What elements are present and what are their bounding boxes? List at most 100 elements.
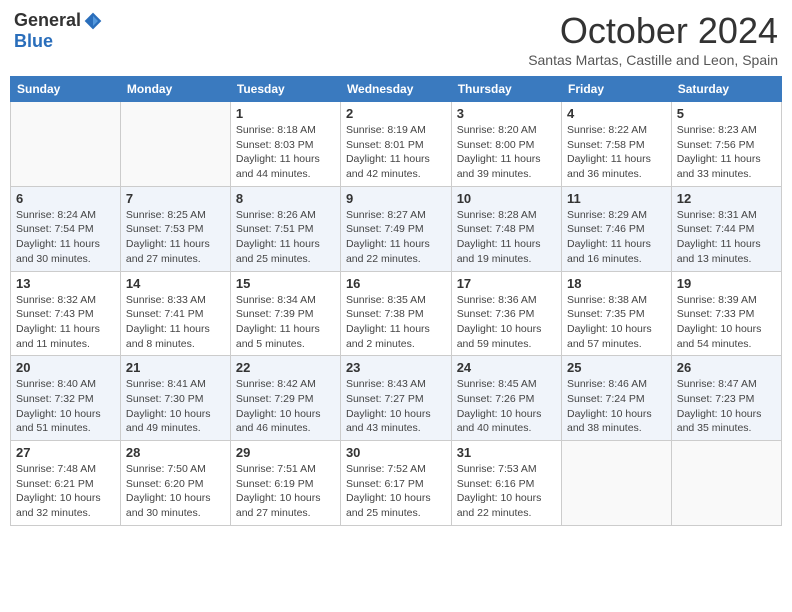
day-number: 26 <box>677 360 776 375</box>
day-number: 15 <box>236 276 335 291</box>
calendar-day-cell: 9 Sunrise: 8:27 AMSunset: 7:49 PMDaylight… <box>340 186 451 271</box>
day-info: Sunrise: 8:38 AMSunset: 7:35 PMDaylight:… <box>567 293 666 352</box>
day-info: Sunrise: 7:51 AMSunset: 6:19 PMDaylight:… <box>236 462 335 521</box>
day-info: Sunrise: 8:20 AMSunset: 8:00 PMDaylight:… <box>457 123 556 182</box>
calendar-day-cell <box>11 102 121 187</box>
calendar-day-cell: 27Sunrise: 7:48 AMSunset: 6:21 PMDayligh… <box>11 441 121 526</box>
calendar-day-cell: 19Sunrise: 8:39 AMSunset: 7:33 PMDayligh… <box>671 271 781 356</box>
day-number: 12 <box>677 191 776 206</box>
calendar-day-cell: 3 Sunrise: 8:20 AMSunset: 8:00 PMDaylight… <box>451 102 561 187</box>
day-info: Sunrise: 8:35 AMSunset: 7:38 PMDaylight:… <box>346 293 446 352</box>
day-number: 22 <box>236 360 335 375</box>
day-info: Sunrise: 8:29 AMSunset: 7:46 PMDaylight:… <box>567 208 666 267</box>
calendar-day-cell: 31Sunrise: 7:53 AMSunset: 6:16 PMDayligh… <box>451 441 561 526</box>
day-number: 9 <box>346 191 446 206</box>
logo-icon <box>83 11 103 31</box>
day-info: Sunrise: 8:23 AMSunset: 7:56 PMDaylight:… <box>677 123 776 182</box>
day-number: 20 <box>16 360 115 375</box>
day-number: 11 <box>567 191 666 206</box>
weekday-header: Friday <box>562 77 672 102</box>
day-info: Sunrise: 7:53 AMSunset: 6:16 PMDaylight:… <box>457 462 556 521</box>
day-number: 18 <box>567 276 666 291</box>
weekday-header: Wednesday <box>340 77 451 102</box>
calendar-week-row: 13Sunrise: 8:32 AMSunset: 7:43 PMDayligh… <box>11 271 782 356</box>
day-info: Sunrise: 8:39 AMSunset: 7:33 PMDaylight:… <box>677 293 776 352</box>
weekday-header: Sunday <box>11 77 121 102</box>
day-info: Sunrise: 8:19 AMSunset: 8:01 PMDaylight:… <box>346 123 446 182</box>
day-number: 3 <box>457 106 556 121</box>
calendar-day-cell: 30 Sunrise: 7:52 AMSunset: 6:17 PMDayligh… <box>340 441 451 526</box>
calendar-day-cell: 18 Sunrise: 8:38 AMSunset: 7:35 PMDayligh… <box>562 271 672 356</box>
calendar-week-row: 27Sunrise: 7:48 AMSunset: 6:21 PMDayligh… <box>11 441 782 526</box>
calendar-day-cell: 1Sunrise: 8:18 AMSunset: 8:03 PMDaylight… <box>230 102 340 187</box>
calendar-day-cell: 21 Sunrise: 8:41 AMSunset: 7:30 PMDayligh… <box>120 356 230 441</box>
day-number: 8 <box>236 191 335 206</box>
logo-general: General <box>14 10 81 31</box>
day-info: Sunrise: 8:28 AMSunset: 7:48 PMDaylight:… <box>457 208 556 267</box>
calendar-day-cell: 29Sunrise: 7:51 AMSunset: 6:19 PMDayligh… <box>230 441 340 526</box>
weekday-header: Tuesday <box>230 77 340 102</box>
day-number: 28 <box>126 445 225 460</box>
weekday-header: Thursday <box>451 77 561 102</box>
calendar-day-cell: 5 Sunrise: 8:23 AMSunset: 7:56 PMDaylight… <box>671 102 781 187</box>
day-number: 6 <box>16 191 115 206</box>
calendar-day-cell: 8 Sunrise: 8:26 AMSunset: 7:51 PMDaylight… <box>230 186 340 271</box>
day-info: Sunrise: 8:42 AMSunset: 7:29 PMDaylight:… <box>236 377 335 436</box>
day-number: 30 <box>346 445 446 460</box>
day-info: Sunrise: 8:18 AMSunset: 8:03 PMDaylight:… <box>236 123 335 182</box>
day-number: 21 <box>126 360 225 375</box>
calendar-day-cell <box>120 102 230 187</box>
calendar-day-cell: 7 Sunrise: 8:25 AMSunset: 7:53 PMDaylight… <box>120 186 230 271</box>
weekday-header-row: SundayMondayTuesdayWednesdayThursdayFrid… <box>11 77 782 102</box>
day-info: Sunrise: 8:43 AMSunset: 7:27 PMDaylight:… <box>346 377 446 436</box>
calendar-day-cell <box>671 441 781 526</box>
day-number: 14 <box>126 276 225 291</box>
logo-blue: Blue <box>14 31 53 51</box>
calendar-day-cell: 13Sunrise: 8:32 AMSunset: 7:43 PMDayligh… <box>11 271 121 356</box>
day-info: Sunrise: 8:41 AMSunset: 7:30 PMDaylight:… <box>126 377 225 436</box>
day-info: Sunrise: 8:25 AMSunset: 7:53 PMDaylight:… <box>126 208 225 267</box>
calendar-day-cell: 14 Sunrise: 8:33 AMSunset: 7:41 PMDayligh… <box>120 271 230 356</box>
weekday-header: Monday <box>120 77 230 102</box>
day-info: Sunrise: 7:52 AMSunset: 6:17 PMDaylight:… <box>346 462 446 521</box>
logo: General Blue <box>14 10 103 52</box>
day-number: 10 <box>457 191 556 206</box>
calendar-day-cell: 25 Sunrise: 8:46 AMSunset: 7:24 PMDayligh… <box>562 356 672 441</box>
day-info: Sunrise: 8:26 AMSunset: 7:51 PMDaylight:… <box>236 208 335 267</box>
calendar-day-cell: 28 Sunrise: 7:50 AMSunset: 6:20 PMDayligh… <box>120 441 230 526</box>
day-info: Sunrise: 8:27 AMSunset: 7:49 PMDaylight:… <box>346 208 446 267</box>
day-number: 5 <box>677 106 776 121</box>
calendar-day-cell: 6 Sunrise: 8:24 AMSunset: 7:54 PMDaylight… <box>11 186 121 271</box>
day-info: Sunrise: 8:33 AMSunset: 7:41 PMDaylight:… <box>126 293 225 352</box>
calendar-day-cell: 15Sunrise: 8:34 AMSunset: 7:39 PMDayligh… <box>230 271 340 356</box>
calendar-day-cell: 22 Sunrise: 8:42 AMSunset: 7:29 PMDayligh… <box>230 356 340 441</box>
day-number: 17 <box>457 276 556 291</box>
calendar-day-cell: 23Sunrise: 8:43 AMSunset: 7:27 PMDayligh… <box>340 356 451 441</box>
day-info: Sunrise: 7:50 AMSunset: 6:20 PMDaylight:… <box>126 462 225 521</box>
day-number: 24 <box>457 360 556 375</box>
day-info: Sunrise: 8:31 AMSunset: 7:44 PMDaylight:… <box>677 208 776 267</box>
calendar-table: SundayMondayTuesdayWednesdayThursdayFrid… <box>10 76 782 526</box>
day-info: Sunrise: 8:46 AMSunset: 7:24 PMDaylight:… <box>567 377 666 436</box>
calendar-day-cell: 11 Sunrise: 8:29 AMSunset: 7:46 PMDayligh… <box>562 186 672 271</box>
day-info: Sunrise: 8:24 AMSunset: 7:54 PMDaylight:… <box>16 208 115 267</box>
calendar-week-row: 1Sunrise: 8:18 AMSunset: 8:03 PMDaylight… <box>11 102 782 187</box>
calendar-day-cell: 20 Sunrise: 8:40 AMSunset: 7:32 PMDayligh… <box>11 356 121 441</box>
day-number: 2 <box>346 106 446 121</box>
calendar-day-cell: 12 Sunrise: 8:31 AMSunset: 7:44 PMDayligh… <box>671 186 781 271</box>
page-header: General Blue October 2024 Santas Martas,… <box>10 10 782 68</box>
day-number: 13 <box>16 276 115 291</box>
day-info: Sunrise: 7:48 AMSunset: 6:21 PMDaylight:… <box>16 462 115 521</box>
calendar-day-cell: 16Sunrise: 8:35 AMSunset: 7:38 PMDayligh… <box>340 271 451 356</box>
month-title: October 2024 <box>528 10 778 52</box>
calendar-day-cell: 17Sunrise: 8:36 AMSunset: 7:36 PMDayligh… <box>451 271 561 356</box>
calendar-week-row: 6 Sunrise: 8:24 AMSunset: 7:54 PMDaylight… <box>11 186 782 271</box>
day-info: Sunrise: 8:40 AMSunset: 7:32 PMDaylight:… <box>16 377 115 436</box>
day-info: Sunrise: 8:47 AMSunset: 7:23 PMDaylight:… <box>677 377 776 436</box>
weekday-header: Saturday <box>671 77 781 102</box>
day-number: 7 <box>126 191 225 206</box>
calendar-day-cell: 10 Sunrise: 8:28 AMSunset: 7:48 PMDayligh… <box>451 186 561 271</box>
title-area: October 2024 Santas Martas, Castille and… <box>528 10 778 68</box>
day-number: 25 <box>567 360 666 375</box>
calendar-day-cell: 2 Sunrise: 8:19 AMSunset: 8:01 PMDaylight… <box>340 102 451 187</box>
